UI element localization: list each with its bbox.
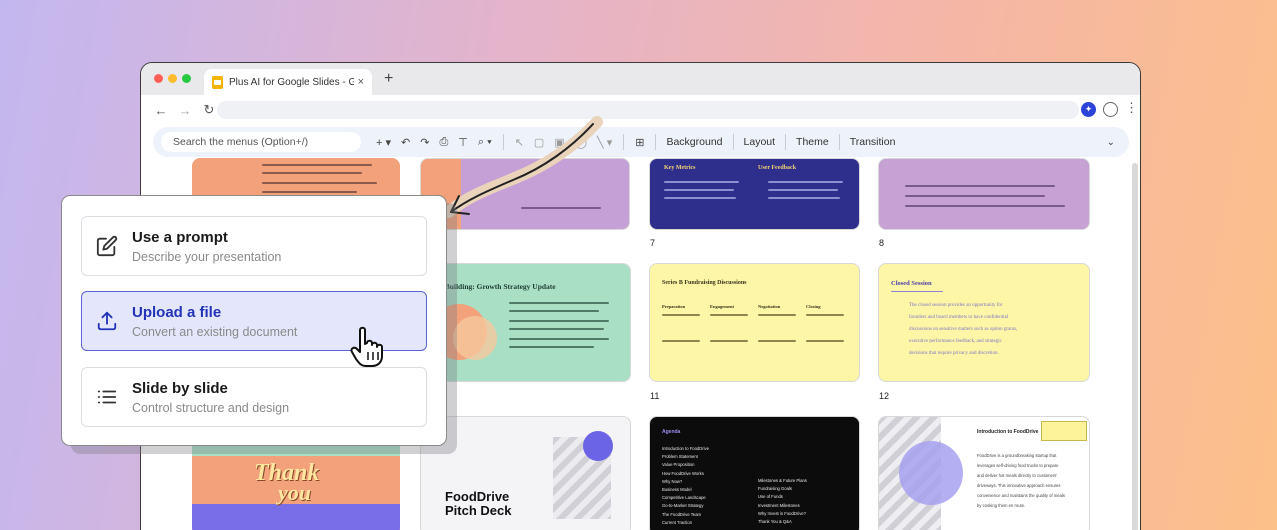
slide-text: Closing	[806, 304, 821, 309]
hand-drawn-arrow-icon	[443, 116, 603, 218]
menu-search-input[interactable]: Search the menus (Option+/)	[161, 132, 361, 152]
use-prompt-option[interactable]: Use a prompt Describe your presentation	[81, 216, 427, 276]
slide-title: Series B Fundraising Discussions	[662, 280, 747, 286]
slide-text: Negotiation	[758, 304, 781, 309]
close-window-button[interactable]	[154, 74, 163, 83]
undo-icon[interactable]: ↶	[401, 136, 410, 149]
list-item: Thank You & Q&A	[758, 519, 792, 525]
option-subtitle: Control structure and design	[132, 400, 290, 415]
list-item: Value Proposition	[662, 462, 695, 468]
slide-text: The closed session provides an opportuni…	[909, 303, 1003, 308]
slide-text: executive performance feedback, and stra…	[909, 339, 1002, 344]
create-presentation-panel: Use a prompt Describe your presentation …	[61, 195, 447, 446]
slide-text: convenience and maintains the quality of…	[977, 493, 1065, 498]
slide-text: Engagement	[710, 304, 734, 309]
new-tab-button[interactable]: +	[384, 70, 393, 88]
slide-title: Agenda	[662, 429, 681, 435]
minimize-window-button[interactable]	[168, 74, 177, 83]
tab-title: Plus AI for Google Slides - Goo	[229, 76, 354, 88]
add-icon[interactable]: + ▾	[376, 136, 391, 149]
slide-text: Key Metrics	[664, 165, 696, 171]
slide-number: 12	[879, 391, 890, 401]
forward-icon[interactable]: →	[173, 103, 197, 118]
slide-number: 8	[879, 238, 885, 248]
slide-thumbnail-11[interactable]: Series B Fundraising Discussions Prepara…	[649, 263, 860, 382]
toolbar-divider	[623, 134, 625, 150]
profile-icon[interactable]	[1103, 102, 1118, 117]
slide-number: 11	[650, 391, 660, 401]
slide-thumbnail-14[interactable]: FoodDrive Pitch Deck	[420, 416, 631, 530]
background-button[interactable]: Background	[666, 136, 722, 148]
list-icon	[82, 386, 132, 408]
slide-text: and deliver hot meals directly to custom…	[977, 473, 1058, 478]
slide-title: Pitch Deck	[445, 503, 512, 518]
slide-text: discussions on sensitive matters such as…	[909, 327, 1018, 332]
list-item: How FoodDrive Works	[662, 470, 704, 476]
slide-text: you	[278, 480, 311, 505]
slide-text: founders and board members to have confi…	[909, 315, 1009, 320]
toolbar-divider	[838, 134, 840, 150]
theme-button[interactable]: Theme	[796, 136, 829, 148]
slide-thumbnail-16[interactable]: Introduction to FoodDrive FoodDrive is a…	[878, 416, 1090, 530]
tab-close-icon[interactable]: ×	[358, 76, 364, 88]
list-item: Investment Milestones	[758, 502, 800, 508]
slide-text: User Feedback	[758, 165, 797, 171]
list-item: Why Invest in FoodDrive?	[758, 510, 806, 516]
slide-text: by cooking them en route.	[977, 503, 1026, 508]
slide-thumbnail-15[interactable]: Agenda Introduction to FoodDrive Problem…	[649, 416, 860, 530]
list-item: Introduction to FoodDrive	[662, 446, 710, 451]
list-item: The FoodDrive Team	[662, 511, 702, 517]
slide-thumbnail-8[interactable]	[878, 158, 1090, 230]
slide-title: Closed Session	[891, 280, 932, 287]
slide-text: decisions that require privacy and discr…	[909, 351, 999, 356]
slide-by-slide-option[interactable]: Slide by slide Control structure and des…	[81, 367, 427, 427]
browser-tab[interactable]: Plus AI for Google Slides - Goo ×	[204, 69, 372, 95]
slide-text: Preparation	[662, 304, 686, 309]
slide-thumbnail-12[interactable]: Closed Session The closed session provid…	[878, 263, 1090, 382]
list-item: Problem Statement	[662, 454, 698, 460]
option-title: Upload a file	[132, 303, 222, 321]
address-bar-row: ← → ↻ ✦ ⋮	[141, 95, 1140, 125]
list-item: Go-to-Market Strategy	[662, 503, 704, 509]
menu-icon[interactable]: ⋮	[1125, 100, 1138, 116]
edit-icon	[82, 235, 132, 257]
list-item: Why Now?	[662, 478, 683, 484]
slide-title: Introduction to FoodDrive	[977, 429, 1039, 435]
slide-text: driveways. This innovative approach ensu…	[977, 483, 1061, 488]
layout-button[interactable]: Layout	[744, 136, 776, 148]
option-subtitle: Convert an existing document	[132, 324, 298, 339]
extension-icon[interactable]: ✦	[1081, 102, 1096, 117]
list-item: Milestones & Future Plans	[758, 478, 807, 483]
hand-cursor-icon	[350, 326, 383, 367]
scrollbar[interactable]	[1132, 163, 1138, 530]
chevron-down-icon[interactable]: ⌄	[1107, 137, 1115, 148]
slides-toolbar: Search the menus (Option+/) + ▾ ↶ ↷ ⎙ ⊤ …	[153, 127, 1129, 157]
slide-text: FoodDrive is a groundbreaking startup th…	[977, 453, 1057, 458]
toolbar-divider	[785, 134, 787, 150]
list-item: Use of Funds	[758, 494, 783, 500]
slide-number: 7	[650, 238, 656, 248]
comment-icon[interactable]: ⊞	[635, 136, 644, 149]
url-input[interactable]	[217, 101, 1079, 119]
option-title: Use a prompt	[132, 228, 228, 246]
toolbar-divider	[732, 134, 734, 150]
transition-button[interactable]: Transition	[850, 136, 896, 148]
slide-thumbnail-10[interactable]: pany Building: Growth Strategy Update	[420, 263, 631, 382]
back-icon[interactable]: ←	[149, 103, 173, 118]
upload-icon	[82, 310, 132, 332]
option-subtitle: Describe your presentation	[132, 249, 282, 264]
option-title: Slide by slide	[132, 379, 228, 397]
list-item: Current Traction	[662, 519, 693, 525]
list-item: Competitive Landscape	[662, 495, 706, 501]
list-item: Business Model	[662, 487, 692, 493]
maximize-window-button[interactable]	[182, 74, 191, 83]
slide-title: FoodDrive	[445, 489, 510, 504]
google-slides-icon	[212, 75, 223, 89]
tab-strip: Plus AI for Google Slides - Goo × +	[141, 63, 1140, 95]
slide-thumbnail-7[interactable]: Key Metrics User Feedback	[649, 158, 860, 230]
toolbar-divider	[655, 134, 657, 150]
list-item: Fundraising Goals	[758, 486, 792, 492]
slide-text: leverages self-driving food trucks to pr…	[977, 463, 1059, 468]
